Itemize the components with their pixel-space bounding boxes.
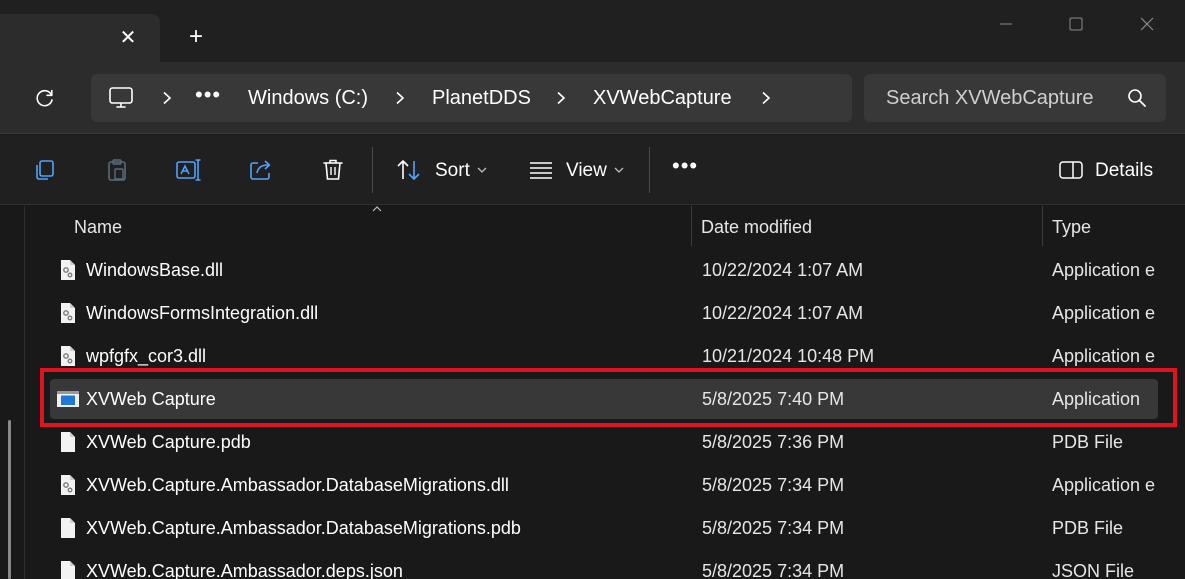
file-row[interactable]: XVWeb.Capture.Ambassador.deps.json 5/8/2… — [50, 551, 1158, 579]
file-date: 5/8/2025 7:40 PM — [702, 389, 845, 409]
file-type: Application e — [1052, 346, 1156, 366]
close-icon — [1140, 17, 1154, 31]
file-row[interactable]: WindowsFormsIntegration.dll 10/22/2024 1… — [50, 293, 1158, 333]
file-name: WindowsFormsIntegration.dll — [86, 303, 319, 323]
file-type: Application e — [1052, 303, 1156, 323]
application-icon — [57, 391, 79, 407]
column-type[interactable]: Type — [1052, 217, 1091, 238]
file-name: wpfgfx_cor3.dll — [86, 346, 207, 366]
chevron-right-icon[interactable] — [157, 88, 177, 108]
maximize-icon — [1069, 17, 1083, 31]
sort-ascending-icon — [372, 206, 382, 212]
blank-file-icon — [61, 518, 75, 538]
column-header: Name Date modified Type — [26, 206, 1185, 246]
breadcrumb[interactable]: ••• Windows (C:) PlanetDDS XVWebCapture — [91, 74, 852, 122]
column-name[interactable]: Name — [74, 217, 122, 238]
view-button[interactable]: View — [566, 160, 607, 182]
navigation-pane — [0, 206, 25, 579]
title-bar: ✕ + — [0, 0, 1185, 62]
breadcrumb-planetdds[interactable]: PlanetDDS — [432, 87, 531, 110]
dll-file-icon — [61, 475, 75, 495]
chevron-down-icon[interactable] — [475, 163, 489, 177]
file-name: XVWeb.Capture.Ambassador.DatabaseMigrati… — [86, 475, 509, 495]
more-options-button[interactable]: ••• — [672, 153, 698, 179]
file-date: 10/21/2024 10:48 PM — [702, 346, 875, 366]
file-row[interactable]: XVWeb.Capture.Ambassador.DatabaseMigrati… — [50, 465, 1158, 505]
chevron-right-icon[interactable] — [756, 88, 776, 108]
trash-icon — [323, 159, 343, 180]
share-icon — [250, 160, 271, 180]
maximize-button[interactable] — [1053, 8, 1099, 40]
rename-button[interactable] — [174, 155, 204, 185]
file-type: PDB File — [1052, 518, 1124, 538]
file-name: XVWeb.Capture.Ambassador.DatabaseMigrati… — [86, 518, 521, 538]
column-divider[interactable] — [691, 206, 692, 246]
file-date: 10/22/2024 1:07 AM — [702, 303, 864, 323]
file-list: Name Date modified Type WindowsBase.dll … — [26, 206, 1185, 579]
details-button[interactable]: Details — [1095, 160, 1153, 182]
file-type: Application e — [1052, 260, 1156, 280]
file-date: 5/8/2025 7:34 PM — [702, 475, 845, 495]
blank-file-icon — [61, 432, 75, 452]
chevron-right-icon[interactable] — [390, 88, 410, 108]
this-pc-icon[interactable] — [107, 84, 135, 112]
file-type: Application e — [1052, 475, 1156, 495]
nav-pane-scrollbar[interactable] — [8, 420, 11, 579]
sort-button[interactable]: Sort — [435, 160, 470, 182]
minimize-icon — [1000, 23, 1012, 25]
dll-file-icon — [61, 303, 75, 323]
command-separator — [372, 147, 373, 193]
blank-file-icon — [61, 561, 75, 579]
refresh-button[interactable] — [26, 81, 64, 115]
file-name: XVWeb.Capture.Ambassador.deps.json — [86, 561, 403, 579]
file-type: JSON File — [1052, 561, 1135, 579]
address-bar: ••• Windows (C:) PlanetDDS XVWebCapture … — [0, 62, 1185, 134]
breadcrumb-drive[interactable]: Windows (C:) — [248, 87, 368, 110]
delete-button[interactable] — [318, 155, 348, 185]
copy-icon — [36, 160, 54, 180]
breadcrumb-overflow[interactable]: ••• — [195, 82, 221, 108]
dll-file-icon — [61, 346, 75, 366]
column-divider[interactable] — [1042, 206, 1043, 246]
command-separator — [649, 147, 650, 193]
file-row-selected[interactable]: XVWeb Capture 5/8/2025 7:40 PM Applicati… — [50, 379, 1158, 419]
tab-close-button[interactable]: ✕ — [110, 22, 146, 52]
file-row[interactable]: wpfgfx_cor3.dll 10/21/2024 10:48 PM Appl… — [50, 336, 1158, 376]
share-button[interactable] — [246, 155, 276, 185]
search-placeholder: Search XVWebCapture — [886, 87, 1094, 109]
search-icon[interactable] — [1126, 87, 1148, 109]
breadcrumb-xvwebcapture[interactable]: XVWebCapture — [593, 87, 732, 110]
dll-file-icon — [61, 260, 75, 280]
file-row[interactable]: WindowsBase.dll 10/22/2024 1:07 AM Appli… — [50, 250, 1158, 290]
file-date: 5/8/2025 7:34 PM — [702, 561, 845, 579]
file-type: PDB File — [1052, 432, 1124, 452]
file-date: 10/22/2024 1:07 AM — [702, 260, 864, 280]
file-row[interactable]: XVWeb.Capture.Ambassador.DatabaseMigrati… — [50, 508, 1158, 548]
file-type: Application — [1052, 389, 1141, 409]
view-icon[interactable] — [526, 155, 556, 185]
file-date: 5/8/2025 7:36 PM — [702, 432, 845, 452]
paste-icon — [108, 159, 126, 181]
column-date-modified[interactable]: Date modified — [701, 217, 812, 238]
file-name: XVWeb Capture — [86, 389, 216, 409]
search-input[interactable]: Search XVWebCapture — [864, 74, 1166, 122]
file-name: XVWeb Capture.pdb — [86, 432, 251, 452]
paste-button[interactable] — [102, 155, 132, 185]
file-date: 5/8/2025 7:34 PM — [702, 518, 845, 538]
sort-icon[interactable] — [394, 155, 424, 185]
window-close-button[interactable] — [1124, 8, 1170, 40]
file-row[interactable]: XVWeb Capture.pdb 5/8/2025 7:36 PM PDB F… — [50, 422, 1158, 462]
file-name: WindowsBase.dll — [86, 260, 224, 280]
refresh-icon — [36, 89, 53, 107]
rename-icon — [176, 159, 201, 181]
new-tab-button[interactable]: + — [178, 22, 214, 52]
minimize-button[interactable] — [983, 8, 1029, 40]
details-pane-icon[interactable] — [1056, 155, 1086, 185]
chevron-down-icon[interactable] — [612, 163, 626, 177]
command-bar: Sort View ••• Details — [0, 135, 1185, 205]
copy-button[interactable] — [30, 155, 60, 185]
chevron-right-icon[interactable] — [551, 88, 571, 108]
